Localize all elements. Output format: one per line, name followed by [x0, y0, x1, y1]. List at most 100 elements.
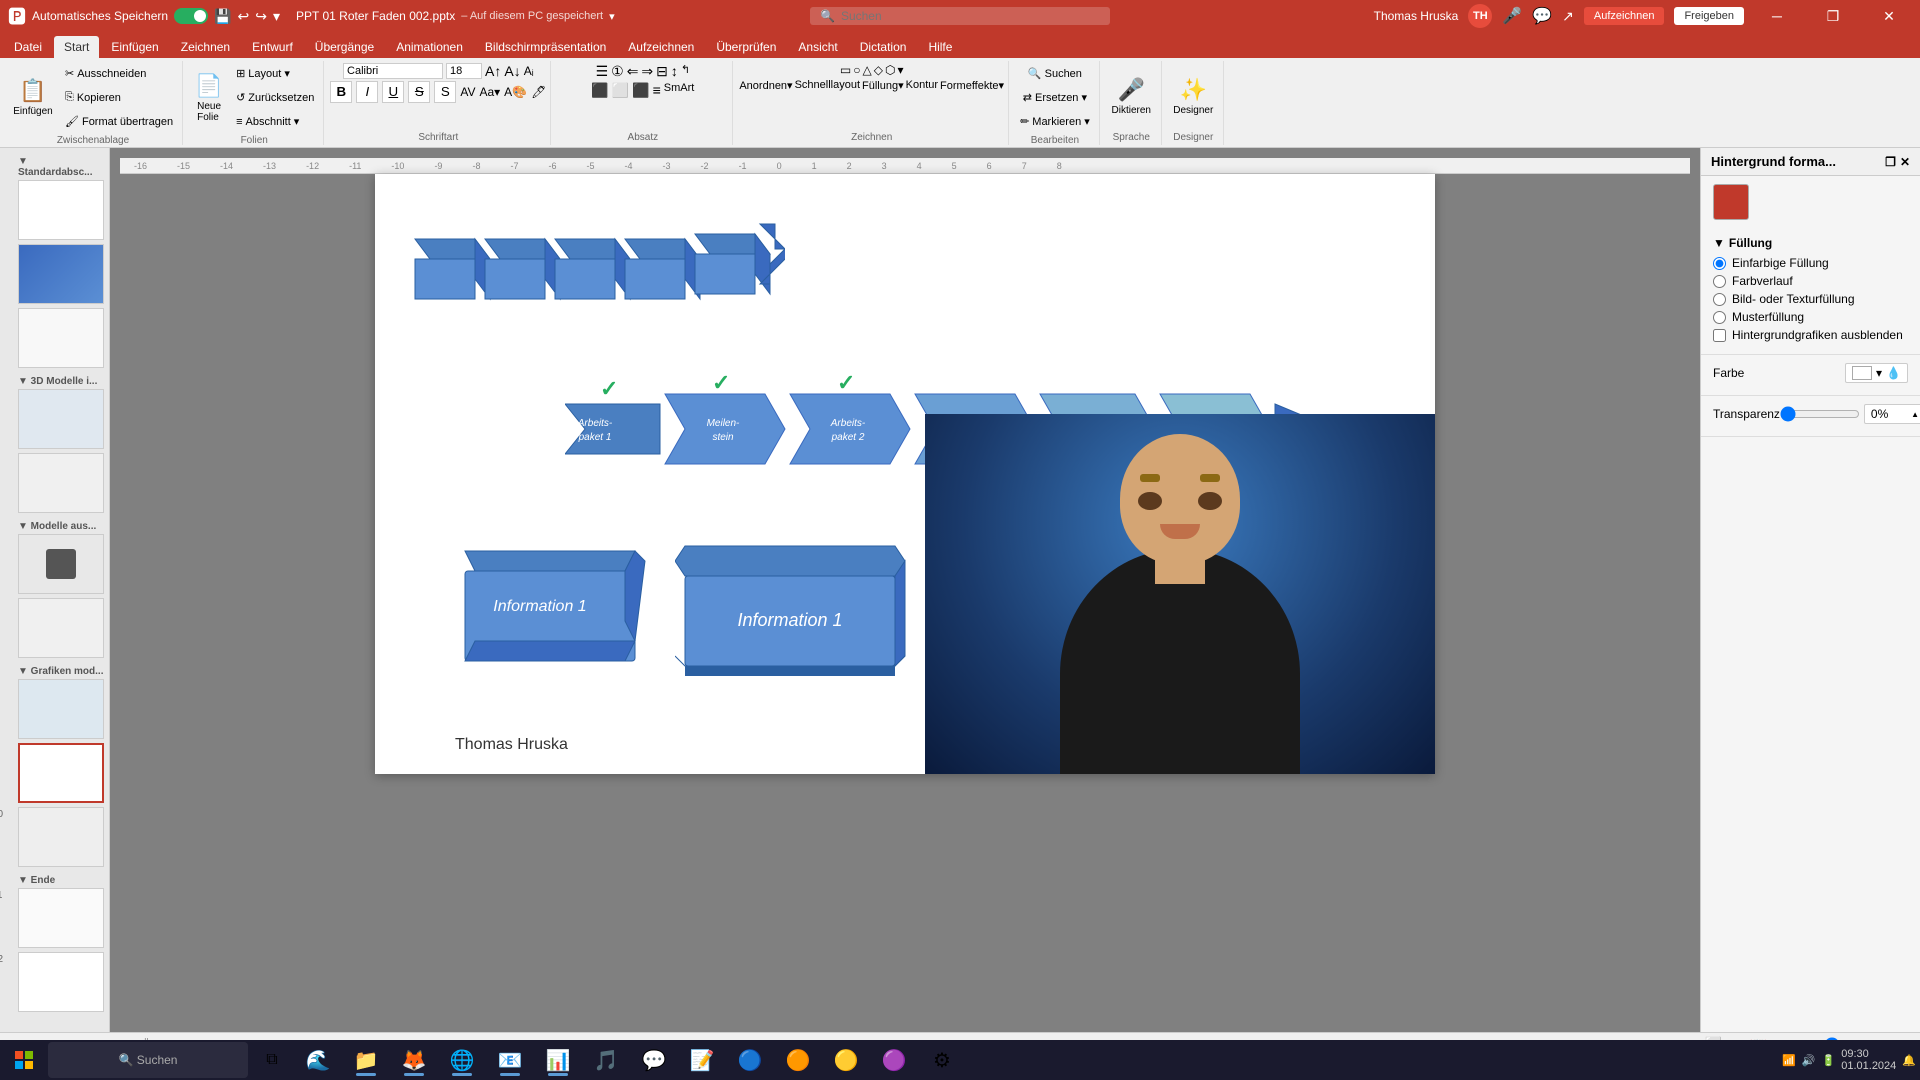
slide-thumb-2[interactable]: 2: [4, 244, 105, 304]
font-increase-icon[interactable]: A↑: [485, 63, 501, 79]
chrome-button[interactable]: 🌐: [440, 1042, 484, 1078]
format-uebertragen-button[interactable]: 🖌 Format übertragen: [60, 111, 178, 133]
line-spacing-icon[interactable]: ↕: [671, 63, 678, 80]
bold-button[interactable]: B: [330, 81, 352, 103]
zuruecksetzen-button[interactable]: ↺ Zurücksetzen: [231, 87, 319, 109]
restore-button[interactable]: ❐: [1810, 0, 1856, 32]
dropdown-icon[interactable]: ▾: [609, 10, 615, 23]
tab-bildschirm[interactable]: Bildschirmpräsentation: [475, 36, 616, 58]
font-spacing-icon[interactable]: AV: [460, 85, 475, 99]
toolbar-save-icon[interactable]: 💾: [214, 8, 231, 25]
firefox-button[interactable]: 🦊: [392, 1042, 436, 1078]
app13-button[interactable]: 🟡: [824, 1042, 868, 1078]
textrichtung-icon[interactable]: ↰: [681, 63, 690, 80]
suchen-button[interactable]: 🔍 Suchen: [1023, 63, 1087, 85]
farbe-eyedropper-icon[interactable]: 💧: [1886, 366, 1901, 380]
kontur-btn[interactable]: Kontur: [906, 79, 938, 92]
radio-bild-input[interactable]: [1713, 293, 1726, 306]
columns-icon[interactable]: ⊟: [656, 63, 668, 80]
shape-star[interactable]: ⬡: [885, 63, 895, 77]
einfuegen-button[interactable]: 📋 Einfügen: [8, 66, 58, 130]
kopieren-button[interactable]: ⎘ Kopieren: [60, 87, 178, 109]
transparenz-spinner-arrows[interactable]: ▲▼: [1911, 410, 1920, 419]
farbe-value[interactable]: ▾ 💧: [1845, 363, 1908, 383]
radio-bild[interactable]: Bild- oder Texturfüllung: [1713, 292, 1908, 306]
checkbox-hintergrund[interactable]: Hintergrundgrafiken ausblenden: [1713, 328, 1908, 342]
slide-thumb-7[interactable]: 7: [4, 598, 105, 658]
shape-more[interactable]: ▾: [897, 63, 903, 77]
edge-button[interactable]: 🌊: [296, 1042, 340, 1078]
search-bar[interactable]: 🔍: [810, 7, 1110, 25]
shadow-button[interactable]: S: [434, 81, 456, 103]
explorer-button[interactable]: 📁: [344, 1042, 388, 1078]
tab-animationen[interactable]: Animationen: [386, 36, 473, 58]
app12-button[interactable]: 🟠: [776, 1042, 820, 1078]
numbering-icon[interactable]: ①: [611, 63, 624, 80]
toolbar-undo-icon[interactable]: ↩: [238, 8, 250, 25]
slide-thumb-4[interactable]: 4: [4, 389, 105, 449]
radio-einfarbig-input[interactable]: [1713, 257, 1726, 270]
clear-format-icon[interactable]: Aᵢ: [524, 64, 534, 78]
network-icon[interactable]: 📶: [1782, 1054, 1796, 1067]
slide-thumb-10[interactable]: 10: [4, 807, 105, 867]
schnelllayout-btn[interactable]: Schnelllayout: [795, 79, 860, 92]
aufzeichnen-button[interactable]: Aufzeichnen: [1584, 7, 1665, 25]
tab-ansicht[interactable]: Ansicht: [788, 36, 847, 58]
tab-hilfe[interactable]: Hilfe: [918, 36, 962, 58]
radio-muster-input[interactable]: [1713, 311, 1726, 324]
toolbar-more-icon[interactable]: ▾: [273, 8, 280, 25]
underline-button[interactable]: U: [382, 81, 404, 103]
font-color-icon[interactable]: A🎨: [504, 85, 527, 99]
designer-button[interactable]: ✨ Designer: [1168, 64, 1218, 128]
diktieren-button[interactable]: 🎤 Diktieren: [1107, 64, 1156, 128]
radio-einfarbig[interactable]: Einfarbige Füllung: [1713, 256, 1908, 270]
comments-icon[interactable]: 💬: [1532, 6, 1552, 26]
start-button[interactable]: [4, 1042, 44, 1078]
strikethrough-button[interactable]: S: [408, 81, 430, 103]
app14-button[interactable]: 🟣: [872, 1042, 916, 1078]
shape-triangle[interactable]: △: [863, 63, 872, 77]
right-panel-close-btn[interactable]: ✕: [1900, 155, 1910, 169]
microphone-icon[interactable]: 🎤: [1502, 6, 1522, 26]
tab-uebergaenge[interactable]: Übergänge: [305, 36, 384, 58]
align-left-icon[interactable]: ⬛: [591, 82, 608, 99]
slide-thumb-3[interactable]: 3: [4, 308, 105, 368]
app11-button[interactable]: 🔵: [728, 1042, 772, 1078]
checkbox-hintergrund-input[interactable]: [1713, 329, 1726, 342]
ersetzen-button[interactable]: ⇄ Ersetzen ▾: [1018, 87, 1092, 109]
notification-icon[interactable]: 🔔: [1902, 1054, 1916, 1067]
outlook-button[interactable]: 📧: [488, 1042, 532, 1078]
app15-button[interactable]: ⚙: [920, 1042, 964, 1078]
formeffekte-btn[interactable]: Formeffekte▾: [940, 79, 1004, 92]
battery-icon[interactable]: 🔋: [1822, 1054, 1836, 1067]
panel-fuellung-header[interactable]: ▼ Füllung: [1713, 236, 1908, 250]
bullets-icon[interactable]: ☰: [596, 63, 609, 80]
right-panel-restore-btn[interactable]: ❐: [1885, 155, 1896, 169]
tab-datei[interactable]: Datei: [4, 36, 52, 58]
ausschneiden-button[interactable]: ✂ Ausschneiden: [60, 63, 178, 85]
app8-button[interactable]: 🎵: [584, 1042, 628, 1078]
slide-thumb-1[interactable]: 1: [4, 180, 105, 240]
font-family-input[interactable]: [343, 63, 443, 79]
font-case-icon[interactable]: Aa▾: [479, 85, 500, 99]
radio-muster[interactable]: Musterfüllung: [1713, 310, 1908, 324]
smartart-convert-icon[interactable]: SmArt: [664, 82, 695, 99]
abschnitt-button[interactable]: ≡ Abschnitt ▾: [231, 111, 319, 133]
task-view-button[interactable]: ⧉: [252, 1042, 292, 1078]
markieren-button[interactable]: ✏ Markieren ▾: [1015, 111, 1095, 133]
search-input[interactable]: [841, 9, 1091, 23]
search-taskbar-button[interactable]: 🔍 Suchen: [48, 1042, 248, 1078]
tab-ueberpruefen[interactable]: Überprüfen: [706, 36, 786, 58]
shape-rect[interactable]: ▭: [840, 63, 851, 77]
italic-button[interactable]: I: [356, 81, 378, 103]
tab-entwurf[interactable]: Entwurf: [242, 36, 303, 58]
decrease-indent-icon[interactable]: ⇐: [627, 63, 639, 80]
farbe-dropdown-icon[interactable]: ▾: [1876, 366, 1882, 380]
align-right-icon[interactable]: ⬛: [632, 82, 649, 99]
toolbar-redo-icon[interactable]: ↪: [255, 8, 267, 25]
tab-aufzeichnen[interactable]: Aufzeichnen: [618, 36, 704, 58]
radio-farbverlauf-input[interactable]: [1713, 275, 1726, 288]
transparenz-slider[interactable]: [1780, 406, 1860, 422]
slide-thumb-5[interactable]: 5: [4, 453, 105, 513]
tab-dictation[interactable]: Dictation: [850, 36, 917, 58]
